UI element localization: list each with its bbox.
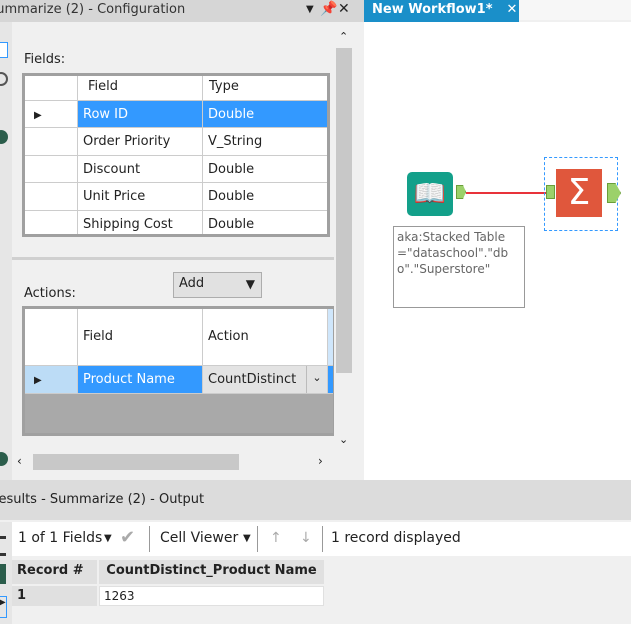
record-count: 1 record displayed: [331, 530, 461, 546]
scroll-thumb[interactable]: [33, 454, 239, 470]
chevron-down-icon: ▼: [245, 277, 255, 291]
vertical-scrollbar[interactable]: ⌃ ⌄: [334, 28, 354, 452]
col-field[interactable]: Field: [78, 76, 203, 101]
output-anchor[interactable]: [456, 185, 466, 199]
summarize-tool-icon[interactable]: Σ: [556, 169, 602, 217]
fields-selector[interactable]: 1 of 1 Fields: [18, 530, 102, 546]
col-record-number[interactable]: Record #: [12, 560, 97, 584]
field-cell[interactable]: Product Name: [78, 366, 203, 394]
action-select[interactable]: CountDistinct ⌄: [203, 366, 328, 394]
col-countdistinct[interactable]: CountDistinct_Product Name: [99, 560, 324, 584]
table-icon[interactable]: [0, 564, 6, 584]
chevron-down-icon[interactable]: ⌄: [306, 366, 327, 393]
row-selector[interactable]: [25, 156, 78, 183]
tool-annotation: aka:Stacked Table="dataschool"."dbo"."Su…: [393, 226, 525, 308]
close-icon[interactable]: ✕: [338, 1, 350, 17]
meta-icon[interactable]: [0, 130, 8, 144]
results-title: Results - Summarize (2) - Output: [0, 492, 205, 507]
row-selector[interactable]: ▶: [25, 366, 78, 394]
grid-corner: [25, 76, 78, 101]
play-icon[interactable]: ▶: [0, 596, 7, 618]
workflow-canvas[interactable]: 📖 Σ aka:Stacked Table="dataschool"."dbo"…: [364, 22, 631, 480]
actions-grid[interactable]: Field Action ▶ Product Name CountDistinc…: [22, 306, 336, 436]
fields-label: Fields:: [24, 52, 66, 67]
chevron-down-icon[interactable]: ▼: [243, 533, 251, 544]
annotation-icon[interactable]: [0, 72, 8, 86]
type-cell[interactable]: Double: [203, 211, 327, 234]
field-cell[interactable]: Shipping Cost: [78, 211, 203, 234]
tab-label: New Workflow1*: [372, 2, 493, 17]
scroll-right-icon[interactable]: ›: [318, 454, 323, 468]
value-cell[interactable]: 1263: [99, 586, 324, 606]
horizontal-scrollbar[interactable]: ‹ ›: [12, 452, 334, 472]
connection-line: [466, 192, 546, 194]
fields-grid[interactable]: Field Type ▶ Row ID Double Order Priorit…: [22, 73, 330, 237]
separator: [322, 526, 323, 552]
field-cell[interactable]: Row ID: [78, 101, 203, 128]
scroll-thumb[interactable]: [336, 48, 352, 373]
separator: [257, 526, 258, 552]
chevron-down-icon[interactable]: ▼: [104, 533, 112, 544]
scroll-up-icon[interactable]: ⌃: [339, 30, 348, 43]
row-selector[interactable]: ▶: [25, 101, 78, 128]
results-side-strip: ▶: [0, 522, 12, 624]
row-selector[interactable]: [25, 128, 78, 156]
record-number-cell[interactable]: 1: [12, 586, 97, 606]
action-value: CountDistinct: [208, 372, 297, 387]
close-tab-icon[interactable]: ✕: [507, 2, 518, 17]
meta-icon-2[interactable]: [0, 452, 8, 466]
add-label: Add: [179, 276, 205, 291]
field-cell[interactable]: Unit Price: [78, 183, 203, 211]
scroll-left-icon[interactable]: ‹: [17, 454, 22, 468]
results-header: Results - Summarize (2) - Output: [0, 480, 631, 520]
cell-viewer-dropdown[interactable]: Cell Viewer: [160, 530, 238, 546]
config-titlebar: Summarize (2) - Configuration ▼ 📌 ✕: [0, 0, 364, 22]
field-cell[interactable]: Order Priority: [78, 128, 203, 156]
scroll-down-icon[interactable]: ⌄: [339, 433, 348, 446]
tab-strip: [519, 0, 631, 20]
results-toolbar: 1 of 1 Fields ▼ ✔ Cell Viewer ▼ ↑ ↓ 1 re…: [12, 522, 631, 556]
check-icon[interactable]: ✔: [120, 527, 135, 548]
splitter[interactable]: [12, 257, 334, 260]
tab-new-workflow[interactable]: New Workflow1* ✕: [364, 0, 519, 22]
col-action[interactable]: Action: [203, 309, 328, 366]
dropdown-icon[interactable]: ▼: [306, 4, 314, 15]
actions-label: Actions:: [24, 286, 76, 301]
type-cell[interactable]: V_String: [203, 128, 327, 156]
arrow-up-icon[interactable]: ↑: [270, 530, 282, 546]
arrow-down-icon[interactable]: ↓: [300, 530, 312, 546]
separator: [149, 526, 150, 552]
row-selector[interactable]: [25, 183, 78, 211]
grid-corner: [25, 309, 78, 366]
input-anchor[interactable]: [546, 185, 555, 199]
list-icon[interactable]: [0, 536, 6, 556]
input-data-tool-icon[interactable]: 📖: [407, 172, 453, 216]
config-title: Summarize (2) - Configuration: [0, 2, 186, 17]
type-cell[interactable]: Double: [203, 101, 327, 128]
row-selector[interactable]: [25, 211, 78, 234]
output-anchor[interactable]: [607, 183, 621, 203]
type-cell[interactable]: Double: [203, 156, 327, 183]
type-cell[interactable]: Double: [203, 183, 327, 211]
config-icon[interactable]: [0, 42, 8, 58]
col-type[interactable]: Type: [203, 76, 327, 101]
add-dropdown[interactable]: Add ▼: [173, 272, 262, 298]
pin-icon[interactable]: 📌: [320, 1, 337, 17]
tool-strip: [0, 22, 12, 480]
field-cell[interactable]: Discount: [78, 156, 203, 183]
col-field[interactable]: Field: [78, 309, 203, 366]
